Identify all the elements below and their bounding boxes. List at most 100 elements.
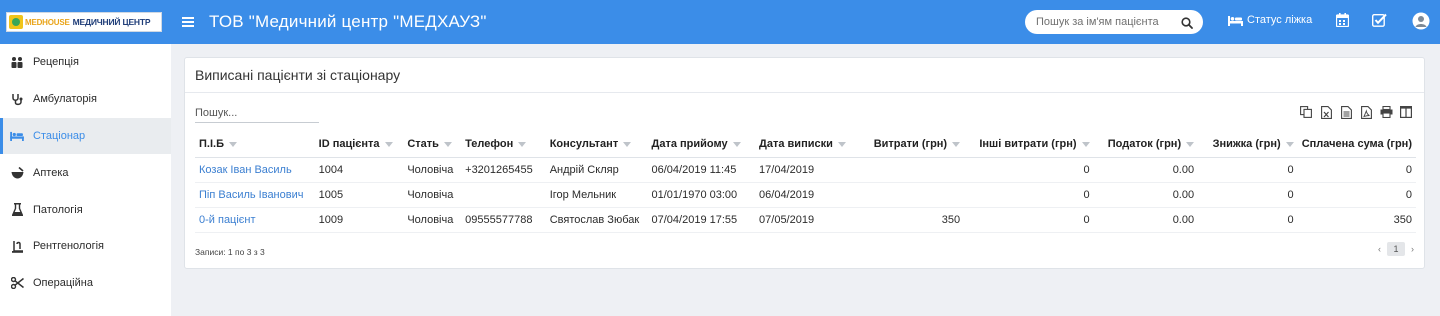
cell-gender: Чоловіча: [403, 207, 462, 233]
discharged-patients-table: П.І.Б ID пацієнта Стать Телефон Консульт…: [195, 132, 1416, 233]
cell-expenses: [853, 182, 965, 208]
tasks-check-icon[interactable]: [1371, 13, 1387, 32]
flask-icon: [10, 203, 24, 217]
cell-phone: +3201265455: [461, 157, 546, 183]
patient-search: [1025, 10, 1203, 34]
records-info: Записи: 1 по 3 з 3: [195, 247, 265, 257]
pagination-prev-icon[interactable]: ‹: [1378, 244, 1381, 254]
sidebar-item-operating-room[interactable]: Операційна: [0, 265, 171, 302]
pagination-page-1[interactable]: 1: [1387, 242, 1405, 256]
stethoscope-icon: [10, 92, 24, 106]
bed-status-label: Статус ліжка: [1247, 14, 1313, 26]
sidebar-item-label: Рентгенологія: [33, 240, 104, 253]
copy-icon[interactable]: [1298, 104, 1314, 120]
patient-name-link[interactable]: 0-й пацієнт: [199, 214, 256, 226]
cell-gender: Чоловіча: [403, 157, 462, 183]
bed-icon: [10, 129, 24, 143]
column-header-consultant[interactable]: Консультант: [545, 132, 648, 158]
sidebar-item-pathology[interactable]: Патологія: [0, 191, 171, 228]
sidebar-item-label: Амбулаторія: [33, 93, 97, 106]
column-header-discharge-date[interactable]: Дата виписки: [755, 132, 854, 158]
cell-tax: 0.00: [1093, 182, 1199, 208]
table-row: Піп Василь Іванович 1005 Чоловіча Ігор М…: [195, 182, 1416, 208]
cell-other-expenses: 0: [964, 207, 1094, 233]
column-header-gender[interactable]: Стать: [403, 132, 462, 158]
column-header-paid-amount[interactable]: Сплачена сума (грн): [1297, 132, 1416, 158]
patient-search-input[interactable]: [1025, 16, 1175, 28]
bed-icon: [1228, 15, 1243, 26]
cell-other-expenses: 0: [964, 182, 1094, 208]
cell-gender: Чоловіча: [403, 182, 462, 208]
sidebar-item-label: Патологія: [33, 203, 83, 216]
scissors-icon: [10, 276, 24, 290]
menu-toggle-icon[interactable]: [182, 17, 194, 27]
app-logo[interactable]: MEDHOUSE МЕДИЧНИЙ ЦЕНТР: [6, 12, 162, 32]
xray-icon: [10, 239, 24, 253]
cell-tax: 0.00: [1093, 207, 1199, 233]
sidebar-item-radiology[interactable]: Рентгенологія: [0, 228, 171, 265]
csv-icon[interactable]: [1338, 104, 1354, 120]
cell-paid-amount: 0: [1297, 157, 1416, 183]
sidebar-item-label: Рецепція: [33, 56, 79, 69]
cell-admission-date: 06/04/2019 11:45: [647, 157, 756, 183]
card-title: Виписані пацієнти зі стаціонару: [185, 58, 1424, 93]
cell-consultant: Ігор Мельник: [545, 182, 648, 208]
sidebar: Рецепція Амбулаторія Стаціонар Аптека Па…: [0, 44, 171, 316]
bed-status-button[interactable]: Статус ліжка: [1228, 14, 1312, 26]
cell-consultant: Святослав Зюбак: [545, 207, 648, 233]
organization-title: ТОВ "Медичний центр "МЕДХАУЗ": [209, 12, 487, 31]
column-header-patient-id[interactable]: ID пацієнта: [314, 132, 404, 158]
table-row: 0-й пацієнт 1009 Чоловіча 09555577788 Св…: [195, 207, 1416, 233]
column-header-tax[interactable]: Податок (грн): [1093, 132, 1199, 158]
patient-name-link[interactable]: Козак Іван Василь: [199, 164, 292, 176]
cell-phone: 09555577788: [461, 207, 546, 233]
sidebar-item-label: Операційна: [33, 277, 93, 290]
column-header-name[interactable]: П.І.Б: [195, 132, 315, 158]
cell-phone: [461, 182, 546, 208]
cell-discount: 0: [1198, 182, 1298, 208]
table-header-row: П.І.Б ID пацієнта Стать Телефон Консульт…: [195, 132, 1416, 158]
column-header-expenses[interactable]: Витрати (грн): [853, 132, 965, 158]
user-avatar-icon[interactable]: [1412, 12, 1430, 35]
cell-discount: 0: [1198, 207, 1298, 233]
cell-patient-id: 1009: [314, 207, 404, 233]
cell-tax: 0.00: [1093, 157, 1199, 183]
patient-name-link[interactable]: Піп Василь Іванович: [199, 189, 303, 201]
table-row: Козак Іван Василь 1004 Чоловіча +3201265…: [195, 157, 1416, 183]
discharged-patients-card: Виписані пацієнти зі стаціонару П.І.Б ID…: [184, 57, 1425, 269]
group-icon: [10, 55, 24, 69]
mortar-icon: [10, 166, 24, 180]
pagination-next-icon[interactable]: ›: [1411, 244, 1414, 254]
sidebar-item-inpatient[interactable]: Стаціонар: [0, 117, 171, 155]
excel-icon[interactable]: [1318, 104, 1334, 120]
logo-badge-icon: [9, 15, 23, 29]
cell-discharge-date: 06/04/2019: [755, 182, 854, 208]
cell-expenses: [853, 157, 965, 183]
cell-discharge-date: 17/04/2019: [755, 157, 854, 183]
print-icon[interactable]: [1378, 104, 1394, 120]
pdf-icon[interactable]: [1358, 104, 1374, 120]
cell-paid-amount: 350: [1297, 207, 1416, 233]
pagination: ‹ 1 ›: [1378, 242, 1414, 256]
cell-admission-date: 01/01/1970 03:00: [647, 182, 756, 208]
search-icon[interactable]: [1181, 16, 1193, 34]
column-header-phone[interactable]: Телефон: [461, 132, 546, 158]
column-header-discount[interactable]: Знижка (грн): [1198, 132, 1298, 158]
cell-paid-amount: 0: [1297, 182, 1416, 208]
cell-patient-id: 1005: [314, 182, 404, 208]
column-header-other-expenses[interactable]: Інші витрати (грн): [964, 132, 1094, 158]
cell-patient-id: 1004: [314, 157, 404, 183]
sidebar-item-outpatient[interactable]: Амбулаторія: [0, 81, 171, 118]
columns-icon[interactable]: [1398, 104, 1414, 120]
table-search-input[interactable]: [195, 103, 319, 123]
sidebar-item-reception[interactable]: Рецепція: [0, 44, 171, 81]
cell-consultant: Андрій Скляр: [545, 157, 648, 183]
sidebar-item-pharmacy[interactable]: Аптека: [0, 154, 171, 191]
cell-admission-date: 07/04/2019 17:55: [647, 207, 756, 233]
column-header-admission-date[interactable]: Дата прийому: [647, 132, 756, 158]
export-toolbar: [1298, 104, 1414, 120]
top-bar: MEDHOUSE МЕДИЧНИЙ ЦЕНТР ТОВ "Медичний це…: [0, 0, 1440, 44]
sidebar-item-label: Аптека: [33, 166, 69, 179]
cell-discount: 0: [1198, 157, 1298, 183]
calendar-icon[interactable]: [1335, 13, 1350, 32]
